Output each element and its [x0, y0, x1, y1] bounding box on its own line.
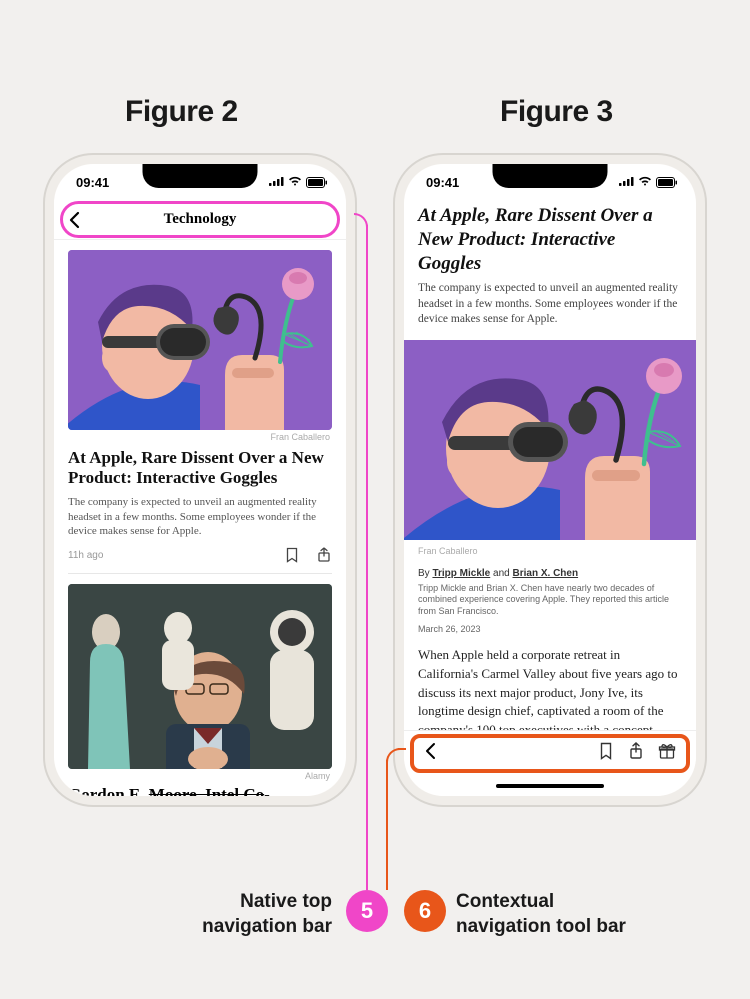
bookmark-button[interactable] — [598, 742, 614, 765]
cellular-signal-icon — [269, 173, 284, 191]
wifi-icon — [638, 173, 652, 191]
annotation-highlight-5 — [60, 201, 340, 238]
annotation-connector-6 — [386, 760, 388, 890]
device-notch — [143, 164, 258, 188]
byline-by: By — [418, 568, 432, 579]
byline-author-link[interactable]: Brian X. Chen — [513, 568, 579, 579]
cellular-signal-icon — [619, 173, 634, 191]
timestamp: 11h ago — [68, 550, 103, 561]
wifi-icon — [288, 173, 302, 191]
native-top-navigation-bar: Technology — [54, 200, 346, 240]
annotation-label-5: Native top navigation bar — [202, 890, 332, 939]
image-credit: Fran Caballero — [68, 430, 332, 448]
article-headline: At Apple, Rare Dissent Over a New Produc… — [404, 200, 696, 281]
annotation-label-6: Contextual navigation tool bar — [456, 890, 626, 939]
figure-2-label: Figure 2 — [125, 95, 238, 129]
share-button[interactable] — [316, 547, 332, 563]
battery-icon — [306, 177, 328, 188]
article-deck: The company is expected to unveil an aug… — [404, 281, 696, 336]
annotation-text: Native top — [240, 891, 332, 912]
article-headline[interactable]: Gordon E. Moore, Intel Co-Founder — [68, 785, 332, 796]
device-notch — [493, 164, 608, 188]
back-button[interactable] — [424, 741, 438, 766]
nav-title: Technology — [54, 211, 346, 228]
status-time: 09:41 — [426, 175, 459, 190]
annotation-connector-5 — [366, 225, 368, 890]
article-photo — [68, 584, 332, 769]
annotation-text: navigation tool bar — [456, 916, 626, 937]
home-indicator[interactable] — [404, 776, 696, 796]
phone-mockup-figure-3: 09:41 At Apple, Rare Dissent Over a New … — [395, 155, 705, 805]
annotation-text: Contextual — [456, 891, 554, 912]
figure-3-label: Figure 3 — [500, 95, 613, 129]
author-bio: Tripp Mickle and Brian X. Chen have near… — [418, 583, 682, 618]
headline-text: Gordon E. — [68, 785, 149, 796]
byline-and: and — [490, 568, 512, 579]
status-time: 09:41 — [76, 175, 109, 190]
battery-icon — [656, 177, 678, 188]
article-deck: The company is expected to unveil an aug… — [68, 495, 332, 540]
annotation-connector-6 — [398, 748, 406, 750]
back-button[interactable] — [68, 211, 86, 229]
image-credit: Alamy — [68, 769, 332, 785]
contextual-navigation-toolbar — [404, 730, 696, 796]
share-button[interactable] — [628, 742, 644, 765]
byline-author-link[interactable]: Tripp Mickle — [432, 568, 490, 579]
annotation-badge-6: 6 — [404, 890, 446, 932]
byline: By Tripp Mickle and Brian X. Chen — [418, 568, 682, 579]
divider — [68, 573, 332, 574]
gift-button[interactable] — [658, 742, 676, 765]
article-headline[interactable]: At Apple, Rare Dissent Over a New Produc… — [68, 448, 332, 489]
phone-mockup-figure-2: 09:41 Technology — [45, 155, 355, 805]
publish-date: March 26, 2023 — [418, 624, 682, 634]
article-body: When Apple held a corporate retreat in C… — [404, 646, 696, 740]
image-credit: Fran Caballero — [404, 540, 696, 568]
article-illustration — [404, 340, 696, 540]
annotation-text: navigation bar — [202, 916, 332, 937]
headline-strike: Moore, Intel Co — [149, 785, 264, 796]
annotation-connector-6 — [386, 748, 400, 762]
annotation-badge-5: 5 — [346, 890, 388, 932]
bookmark-button[interactable] — [284, 547, 300, 563]
article-illustration — [68, 250, 332, 430]
